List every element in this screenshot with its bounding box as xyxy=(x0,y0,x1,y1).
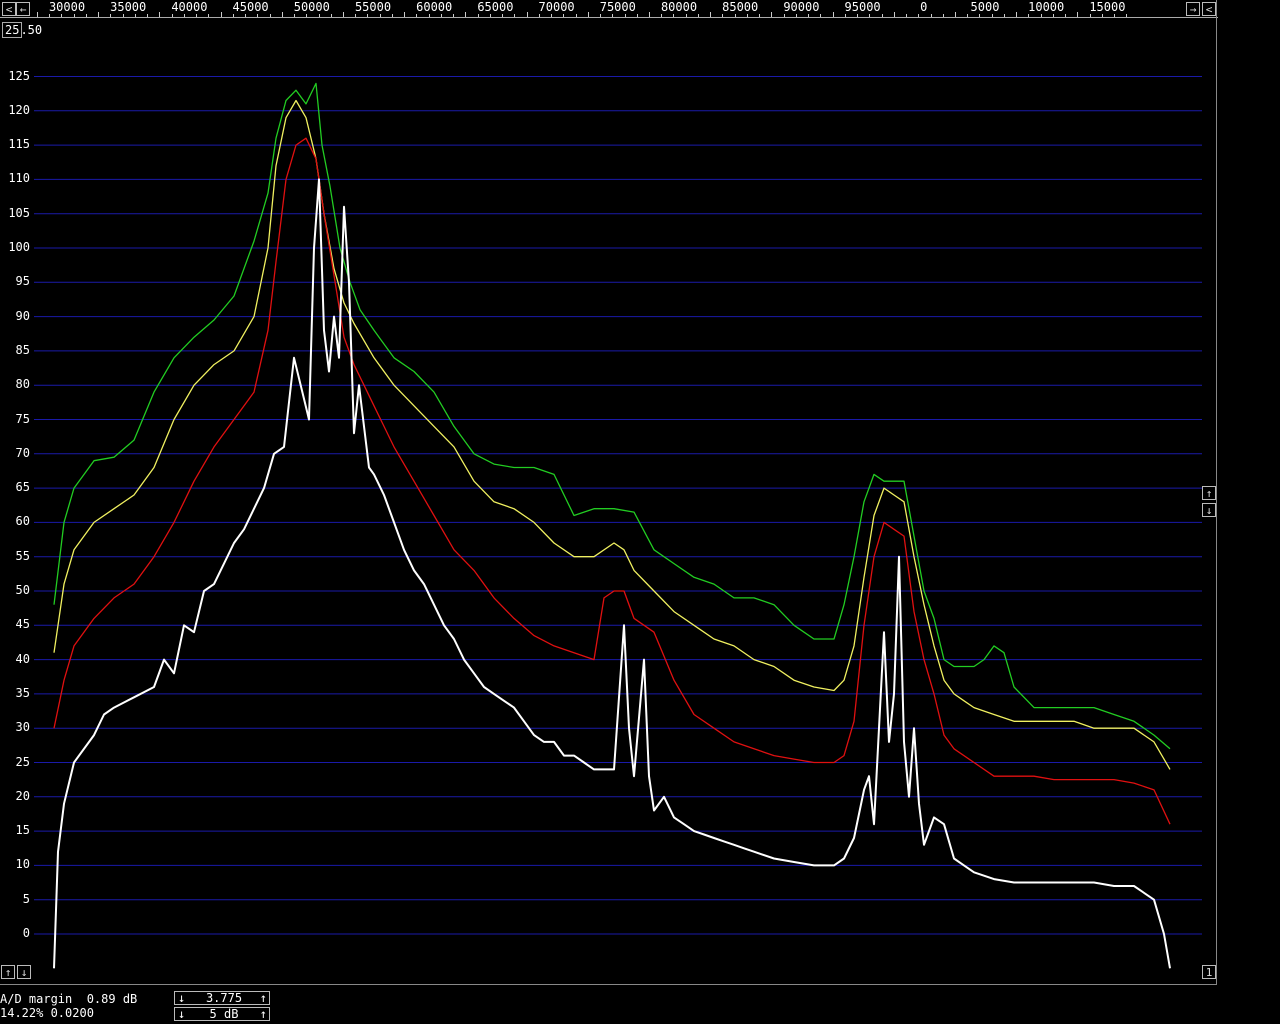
range-down-icon[interactable]: ↓ xyxy=(178,1008,185,1021)
ad-margin-text: A/D margin 0.89 dB xyxy=(0,992,138,1006)
green-series-line xyxy=(53,82,1171,750)
white-series-line xyxy=(53,178,1171,969)
gain-value: 3.775 xyxy=(205,991,243,1005)
scroll-down-button[interactable]: ↓ xyxy=(1202,503,1216,517)
yellow-series-line xyxy=(53,99,1171,770)
range-value: 5 dB xyxy=(209,1007,239,1021)
scroll-up-button[interactable]: ↑ xyxy=(1202,486,1216,500)
level-up-button[interactable]: ↑ xyxy=(1,965,15,979)
spectrum-chart[interactable] xyxy=(0,0,1218,984)
gain-control[interactable]: ↓ 3.775 ↑ xyxy=(174,991,270,1005)
red-series-line xyxy=(53,137,1171,825)
frame-bottom-border xyxy=(0,984,1217,985)
page-one-button[interactable]: 1 xyxy=(1202,965,1216,979)
range-up-icon[interactable]: ↑ xyxy=(260,1008,267,1021)
gain-down-icon[interactable]: ↓ xyxy=(178,992,185,1005)
level-down-button[interactable]: ↓ xyxy=(17,965,31,979)
gain-up-icon[interactable]: ↑ xyxy=(260,992,267,1005)
range-control[interactable]: ↓ 5 dB ↑ xyxy=(174,1007,270,1021)
percent-text: 14.22% 0.0200 xyxy=(0,1006,94,1020)
